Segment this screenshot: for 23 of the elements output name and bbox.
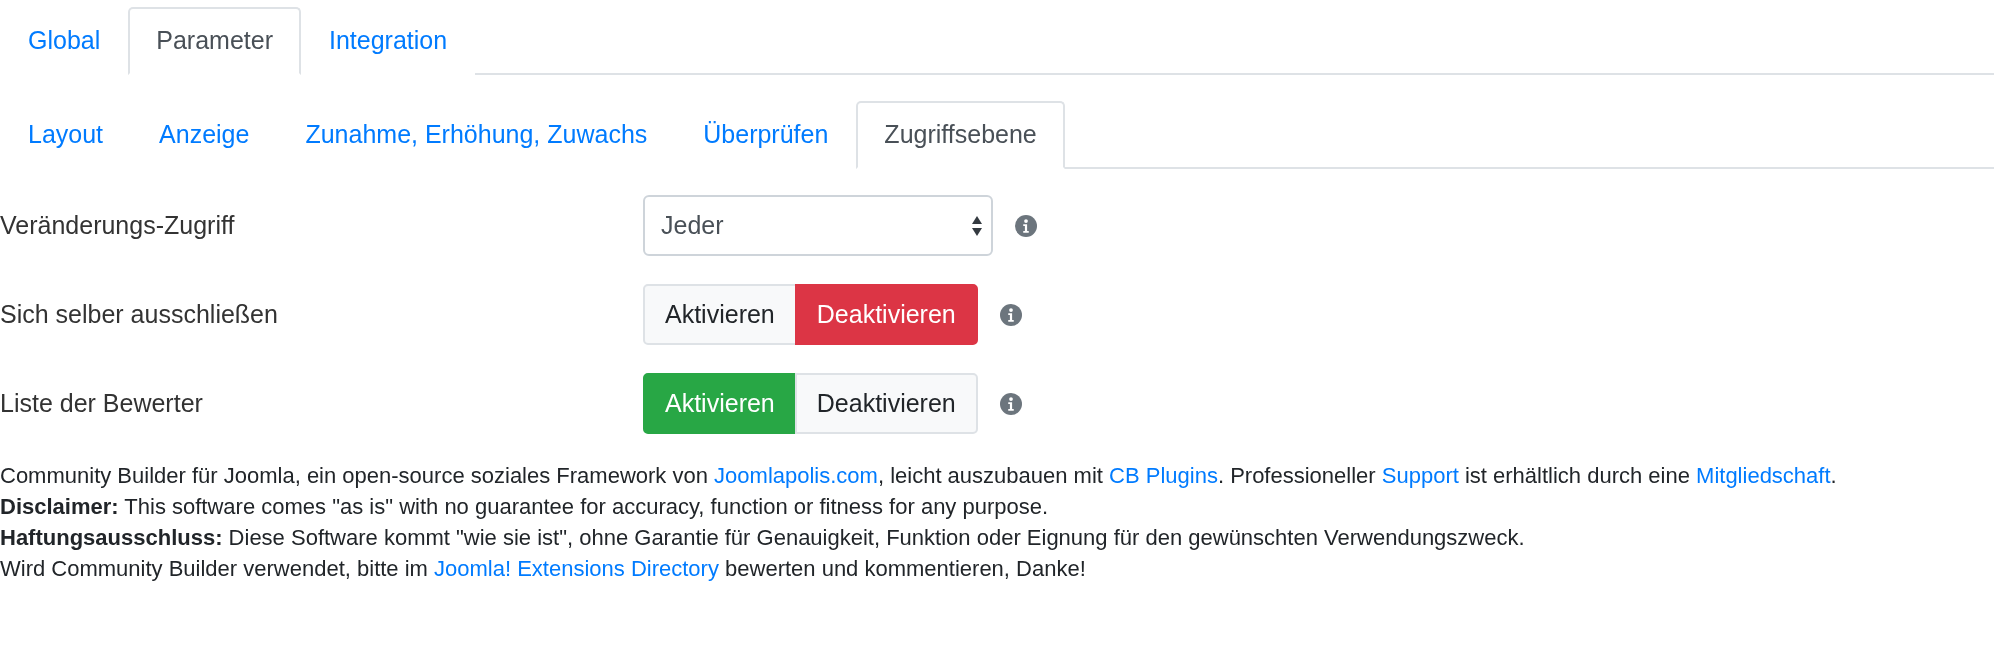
info-icon[interactable]	[999, 303, 1022, 326]
footer-text: Haftungsausschluss: Diese Software kommt "wie sie ist", ohne Garantie für Genauigkeit, Funktion oder Eignung für den gewünschten Verwendungszweck.	[0, 524, 1526, 552]
select-field[interactable]: Jeder	[643, 195, 993, 256]
toggle-button[interactable]: Deaktivieren	[794, 284, 978, 345]
footer-text: Disclaimer: This software comes "as is" with no guarantee for accuracy, function or fitness for any purpose.	[0, 493, 1050, 521]
link[interactable]: Support	[1381, 463, 1459, 488]
field-label: Veränderungs-Zugriff	[0, 211, 236, 240]
field-label: Sich selber ausschließen	[0, 300, 279, 329]
footer-text: Community Builder für Joomla, ein open-source soziales Framework von Joomlapolis.com, leicht auszubauen mit CB Plugins. Professioneller Support ist erhältlich durch eine Mitgliedschaft.	[0, 462, 1838, 490]
link[interactable]: Mitgliedschaft	[1696, 463, 1831, 488]
updown-caret-icon	[971, 214, 983, 237]
toggle-button[interactable]: Deaktivieren	[794, 373, 978, 434]
link[interactable]: Joomlapolis.com	[714, 463, 878, 488]
footer-text: Wird Community Builder verwendet, bitte im Joomla! Extensions Directory bewerten und kommentieren, Danke!	[0, 555, 1087, 583]
info-icon[interactable]	[1015, 214, 1037, 237]
toggle-button[interactable]: Aktivieren	[643, 284, 797, 345]
info-icon[interactable]	[999, 392, 1022, 415]
link[interactable]: CB Plugins	[1109, 463, 1218, 488]
toggle-button[interactable]: Aktivieren	[643, 373, 797, 434]
field-label: Liste der Bewerter	[0, 389, 204, 418]
link[interactable]: Joomla! Extensions Directory	[434, 556, 719, 581]
tab[interactable]: Parameter	[128, 7, 301, 75]
tab[interactable]: Zugriffsebene	[856, 101, 1065, 169]
